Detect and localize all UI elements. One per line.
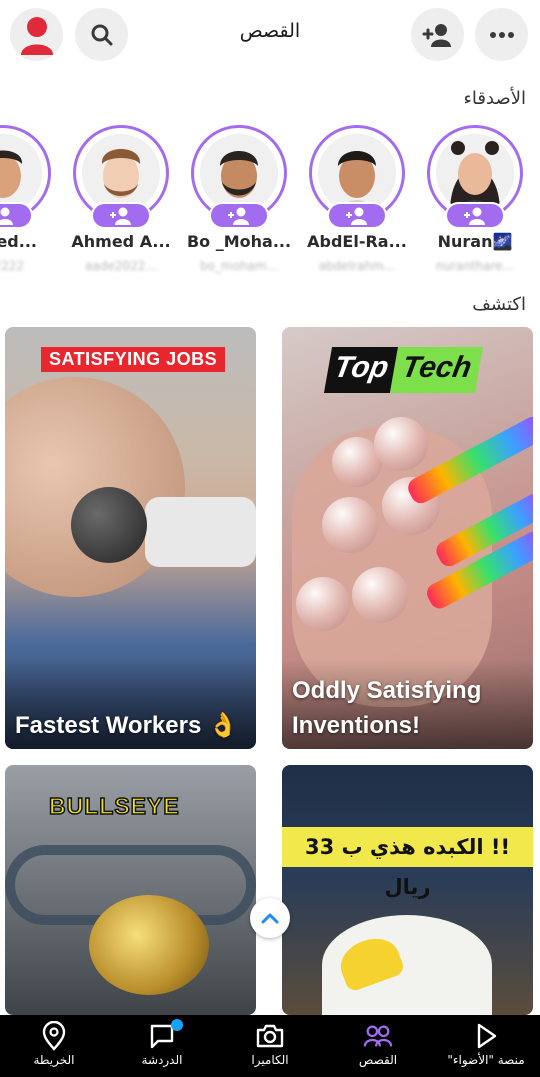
friend-username: nuranthare...: [435, 259, 515, 273]
friend-card[interactable]: Bo _Moha... bo_moham...: [184, 125, 294, 285]
card-thumbnail-shape: [322, 497, 378, 553]
bitmoji-avatar: [0, 134, 42, 212]
more-button[interactable]: [475, 8, 528, 61]
friends-row[interactable]: Nuran🌌 nuranthare... AbdEl-Ra... abdelra…: [0, 125, 540, 285]
nav-map[interactable]: الخريطة: [0, 1015, 108, 1077]
add-friend-chip[interactable]: [327, 202, 387, 229]
card-thumbnail-shape: [296, 577, 350, 631]
nav-stories[interactable]: القصص: [324, 1015, 432, 1077]
add-friend-chip[interactable]: [209, 202, 269, 229]
add-friend-chip[interactable]: [445, 202, 505, 229]
friend-card[interactable]: amed... ...2222: [0, 125, 58, 285]
bitmoji-avatar: [82, 134, 160, 212]
add-friend-icon: [228, 207, 249, 225]
friend-display-name: amed...: [0, 232, 37, 251]
add-friend-icon: [422, 23, 451, 47]
bitmoji-avatar: [318, 134, 396, 212]
nav-label: الخريطة: [33, 1053, 75, 1067]
add-friend-icon: [346, 207, 367, 225]
friend-card[interactable]: Nuran🌌 nuranthare...: [420, 125, 530, 285]
add-friend-icon: [464, 207, 485, 225]
bottom-navigation: الخريطة الدردشة الكاميرا القصص منصة "الأ…: [0, 1015, 540, 1077]
friends-section-title: الأصدقاء: [463, 88, 526, 109]
nav-label: الكاميرا: [251, 1053, 289, 1067]
publisher-logo: BULLSEYE: [48, 792, 180, 820]
discover-card[interactable]: BULLSEYE: [5, 765, 256, 1015]
publisher-logo: SATISFYING JOBS: [41, 347, 226, 372]
discover-section-title: اكتشف: [472, 294, 526, 315]
bitmoji-avatar: [436, 134, 514, 212]
card-thumbnail-shape: [71, 487, 147, 563]
add-friend-icon: [0, 207, 13, 225]
discover-card[interactable]: Top Tech Oddly Satisfying Inventions!: [282, 327, 533, 749]
nav-spotlight[interactable]: منصة "الأضواء": [432, 1015, 540, 1077]
chevron-up-icon: [261, 913, 279, 924]
publisher-logo-part: Top: [323, 347, 398, 393]
header: القصص: [0, 0, 540, 70]
scroll-to-top-button[interactable]: [250, 898, 290, 938]
card-title: Fastest Workers 👌: [15, 712, 238, 739]
friend-username: aade2022...: [85, 259, 157, 273]
publisher-logo-part: Tech: [389, 347, 483, 393]
friend-display-name: Nuran🌌: [437, 232, 513, 251]
nav-label: منصة "الأضواء": [447, 1053, 525, 1067]
add-friend-chip[interactable]: [0, 202, 33, 229]
add-friend-icon: [110, 207, 131, 225]
nav-label: القصص: [358, 1053, 398, 1067]
add-friend-chip[interactable]: [91, 202, 151, 229]
friend-display-name: AbdEl-Ra...: [307, 232, 407, 251]
card-thumbnail-shape: [145, 497, 256, 567]
nav-chat[interactable]: الدردشة: [108, 1015, 216, 1077]
camera-icon: [255, 1021, 285, 1051]
card-title: Oddly Satisfying Inventions!: [292, 677, 482, 739]
discover-card[interactable]: SATISFYING JOBS Fastest Workers 👌: [5, 327, 256, 749]
publisher-logo: !! الكبده هذي ب 33 ريال: [282, 827, 533, 899]
friend-username: ...2222: [0, 259, 24, 273]
add-friend-button[interactable]: [411, 8, 464, 61]
friend-display-name: Bo _Moha...: [186, 232, 292, 251]
friend-display-name: Ahmed A...: [71, 232, 171, 251]
more-icon: [489, 31, 514, 38]
discover-card[interactable]: !! الكبده هذي ب 33 ريال: [282, 765, 533, 1015]
notification-dot: [171, 1019, 183, 1031]
nav-label: الدردشة: [141, 1053, 183, 1067]
friend-username: abdelrahm...: [318, 259, 396, 273]
map-pin-icon: [39, 1021, 69, 1051]
friend-username: bo_moham...: [199, 259, 279, 273]
nav-camera[interactable]: الكاميرا: [216, 1015, 324, 1077]
friends-icon: [363, 1021, 393, 1051]
friend-card[interactable]: AbdEl-Ra... abdelrahm...: [302, 125, 412, 285]
card-thumbnail-shape: [352, 567, 408, 623]
friend-card[interactable]: Ahmed A... aade2022...: [66, 125, 176, 285]
card-thumbnail-shape: [89, 895, 209, 995]
play-icon: [471, 1021, 501, 1051]
publisher-logo: Top Tech: [323, 347, 483, 393]
card-thumbnail-shape: [374, 417, 428, 471]
bitmoji-avatar: [200, 134, 278, 212]
